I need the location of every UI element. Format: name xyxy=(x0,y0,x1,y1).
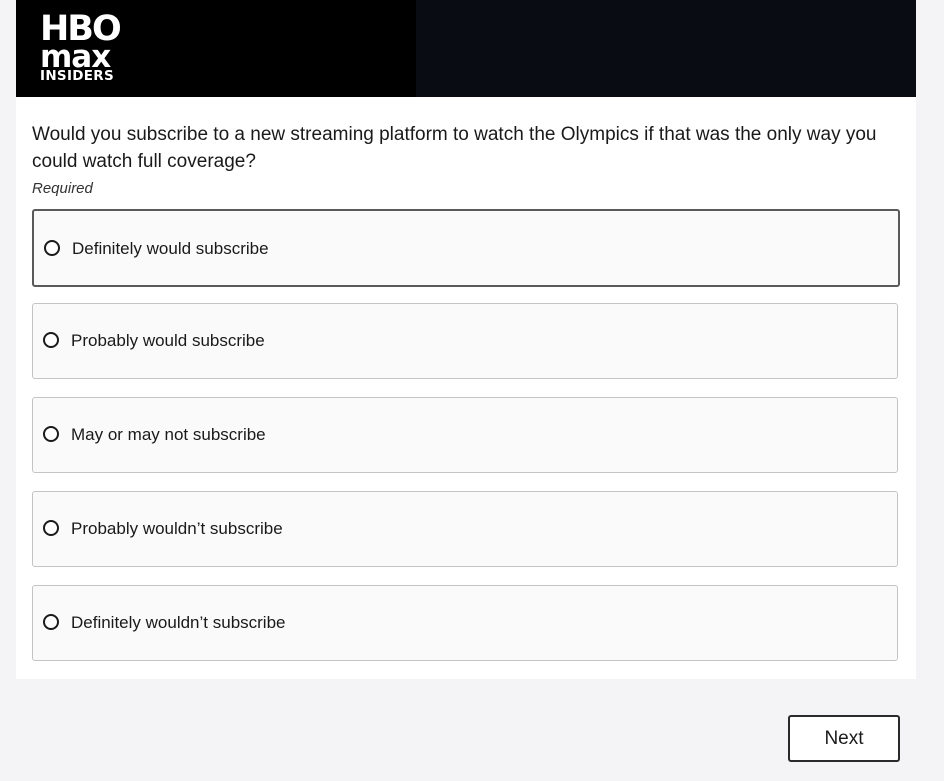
option-label: Definitely would subscribe xyxy=(72,239,269,258)
radio-circle-icon[interactable] xyxy=(44,240,60,256)
radio-circle-icon[interactable] xyxy=(43,426,59,442)
option-definitely-would-subscribe[interactable]: Definitely would subscribe xyxy=(32,209,900,287)
required-label: Required xyxy=(32,180,93,197)
option-label: Probably would subscribe xyxy=(71,331,265,350)
option-probably-would-subscribe[interactable]: Probably would subscribe xyxy=(32,303,898,379)
option-label: May or may not subscribe xyxy=(71,425,266,444)
next-button[interactable]: Next xyxy=(788,715,900,762)
option-definitely-wouldnt-subscribe[interactable]: Definitely wouldn’t subscribe xyxy=(32,585,898,661)
option-label: Definitely wouldn’t subscribe xyxy=(71,613,286,632)
option-probably-wouldnt-subscribe[interactable]: Probably wouldn’t subscribe xyxy=(32,491,898,567)
survey-card: HBO max INSIDERS Would you subscribe to … xyxy=(16,0,916,679)
radio-circle-icon[interactable] xyxy=(43,520,59,536)
logo-max-text: max xyxy=(40,39,111,75)
question-text: Would you subscribe to a new streaming p… xyxy=(32,124,877,172)
hbo-max-insiders-logo: HBO max INSIDERS xyxy=(40,12,122,84)
header-banner: HBO max INSIDERS xyxy=(16,0,916,97)
option-label: Probably wouldn’t subscribe xyxy=(71,519,283,538)
radio-circle-icon[interactable] xyxy=(43,332,59,348)
option-may-or-may-not-subscribe[interactable]: May or may not subscribe xyxy=(32,397,898,473)
logo-area: HBO max INSIDERS xyxy=(16,0,416,97)
radio-circle-icon[interactable] xyxy=(43,614,59,630)
logo-insiders-text: INSIDERS xyxy=(40,68,115,84)
